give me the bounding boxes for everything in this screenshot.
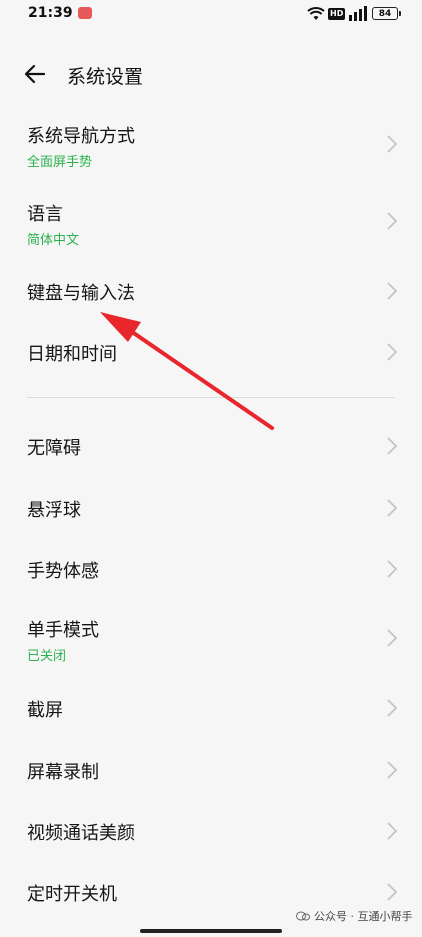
item-title: 键盘与输入法	[27, 283, 135, 304]
item-title: 无障碍	[27, 438, 81, 459]
network-badge: HD	[328, 8, 346, 20]
battery-icon: 84	[372, 7, 401, 20]
settings-item-floating-ball[interactable]: 悬浮球	[0, 480, 422, 536]
home-indicator[interactable]	[140, 929, 282, 933]
item-title: 手势体感	[27, 561, 99, 582]
settings-item-screenshot[interactable]: 截屏	[0, 680, 422, 736]
item-subtitle: 全面屏手势	[27, 155, 93, 170]
item-subtitle: 简体中文	[27, 233, 80, 248]
item-title: 系统导航方式	[27, 126, 135, 147]
chevron-right-icon	[387, 629, 398, 647]
settings-item-keyboard-input[interactable]: 键盘与输入法	[0, 264, 422, 320]
watermark: 公众号 · 互通小帮手	[296, 908, 413, 924]
wifi-icon	[307, 7, 325, 20]
item-title: 屏幕录制	[27, 762, 99, 783]
settings-item-accessibility[interactable]: 无障碍	[0, 418, 422, 474]
item-subtitle: 已关闭	[27, 649, 67, 664]
chevron-right-icon	[387, 883, 398, 901]
wechat-icon	[296, 911, 310, 921]
item-title: 截屏	[27, 700, 63, 721]
chevron-right-icon	[387, 699, 398, 717]
item-title: 视频通话美颜	[27, 823, 135, 844]
page-title: 系统设置	[67, 66, 144, 88]
chevron-right-icon	[387, 499, 398, 517]
page-header: 系统设置	[0, 48, 422, 100]
chevron-right-icon	[387, 437, 398, 455]
section-divider	[27, 397, 395, 398]
settings-item-date-time[interactable]: 日期和时间	[0, 324, 422, 380]
chevron-right-icon	[387, 135, 398, 153]
item-title: 悬浮球	[27, 500, 81, 521]
settings-item-navigation-mode[interactable]: 系统导航方式 全面屏手势	[0, 110, 422, 178]
settings-item-video-beauty[interactable]: 视频通话美颜	[0, 803, 422, 859]
watermark-text: 公众号 · 互通小帮手	[314, 910, 413, 923]
item-title: 日期和时间	[27, 344, 117, 365]
status-time: 21:39	[28, 5, 73, 21]
chevron-right-icon	[387, 560, 398, 578]
back-arrow-icon[interactable]	[22, 61, 50, 87]
chevron-right-icon	[387, 761, 398, 779]
status-bar: 21:39 HD 84	[0, 0, 422, 30]
chevron-right-icon	[387, 343, 398, 361]
notification-icon	[78, 7, 92, 19]
item-title: 定时开关机	[27, 884, 117, 905]
signal-icon	[349, 6, 367, 21]
chevron-right-icon	[387, 822, 398, 840]
chevron-right-icon	[387, 282, 398, 300]
chevron-right-icon	[387, 212, 398, 230]
settings-item-screen-record[interactable]: 屏幕录制	[0, 742, 422, 798]
settings-item-one-hand-mode[interactable]: 单手模式 已关闭	[0, 604, 422, 672]
item-title: 语言	[27, 204, 63, 225]
settings-item-gestures[interactable]: 手势体感	[0, 541, 422, 597]
settings-item-language[interactable]: 语言 简体中文	[0, 188, 422, 256]
item-title: 单手模式	[27, 620, 99, 641]
